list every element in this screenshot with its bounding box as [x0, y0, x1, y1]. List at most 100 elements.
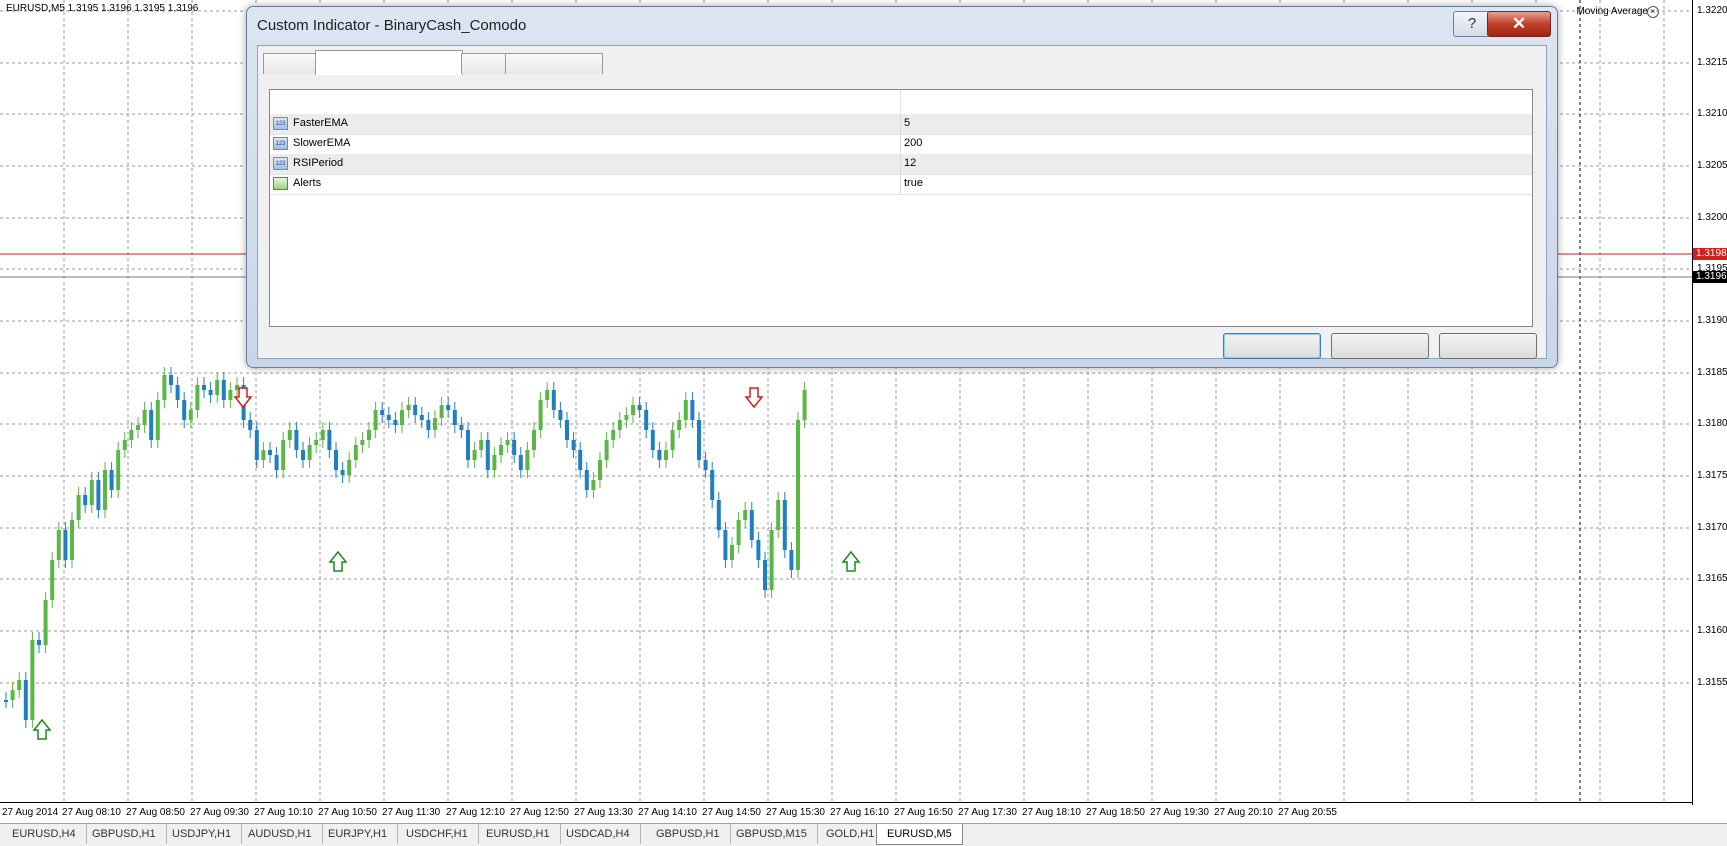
- candle: [76, 495, 81, 520]
- candle: [208, 390, 213, 395]
- candle: [353, 445, 358, 460]
- symbol-tab[interactable]: GOLD,H1: [816, 824, 886, 844]
- time-tick: 27 Aug 14:10: [638, 807, 697, 818]
- candle: [380, 410, 385, 415]
- input-value[interactable]: 12: [904, 157, 916, 169]
- indicator-close-icon[interactable]: ×: [1647, 6, 1659, 18]
- symbol-tab[interactable]: EURUSD,M5: [876, 824, 963, 845]
- tab-inputs[interactable]: [315, 50, 463, 75]
- candle: [149, 410, 154, 440]
- reset-button[interactable]: [1439, 333, 1537, 359]
- candle: [459, 425, 464, 430]
- candle: [221, 380, 226, 400]
- symbol-tab[interactable]: USDCAD,H4: [556, 824, 641, 844]
- candle: [736, 520, 741, 545]
- input-row[interactable]: Alerts true: [270, 174, 1532, 195]
- candle: [327, 430, 332, 450]
- candle: [294, 430, 299, 450]
- symbol-tab[interactable]: GBPUSD,H1: [82, 824, 167, 844]
- tab-about[interactable]: [263, 53, 317, 74]
- tab-colors[interactable]: [461, 53, 507, 74]
- cancel-button[interactable]: [1331, 333, 1429, 359]
- price-tick: 1.3220: [1697, 5, 1727, 16]
- time-tick: 27 Aug 13:30: [574, 807, 633, 818]
- symbol-tab[interactable]: EURUSD,H1: [476, 824, 561, 844]
- candle: [195, 385, 200, 410]
- candle: [743, 510, 748, 520]
- candle: [30, 640, 35, 720]
- help-button[interactable]: ?: [1453, 11, 1491, 37]
- input-value[interactable]: 200: [904, 137, 922, 149]
- buy-arrow-icon: [32, 718, 52, 740]
- ok-button[interactable]: [1223, 333, 1321, 359]
- candle: [155, 400, 160, 440]
- price-tick: 1.3205: [1697, 160, 1727, 171]
- candle: [446, 405, 451, 410]
- candle: [617, 420, 622, 430]
- candle: [175, 385, 180, 400]
- tab-visualization[interactable]: [505, 53, 603, 74]
- candle: [268, 450, 272, 455]
- time-tick: 27 Aug 10:50: [318, 807, 377, 818]
- symbol-tab-bar: EURUSD,H4 GBPUSD,H1 USDJPY,H1 AUDUSD,H1 EURJ…: [0, 823, 1727, 846]
- candle: [122, 440, 127, 450]
- candle: [756, 540, 761, 560]
- candle: [142, 410, 147, 425]
- input-row[interactable]: 123 RSIPeriod 12: [270, 154, 1532, 175]
- time-tick: 27 Aug 12:50: [510, 807, 569, 818]
- time-tick: 27 Aug 18:10: [1022, 807, 1081, 818]
- candle: [347, 460, 352, 475]
- candle: [644, 410, 649, 430]
- input-value[interactable]: true: [904, 177, 923, 189]
- candle: [43, 600, 48, 645]
- candle: [188, 410, 193, 420]
- candle: [439, 405, 444, 418]
- candle: [545, 390, 550, 400]
- candle: [254, 430, 259, 460]
- candle: [578, 450, 583, 470]
- int-icon: 123: [273, 137, 288, 150]
- input-value[interactable]: 5: [904, 117, 910, 129]
- input-row[interactable]: 123 SlowerEMA 200: [270, 134, 1532, 155]
- price-tick: 1.3165: [1697, 573, 1727, 584]
- time-tick: 27 Aug 08:10: [62, 807, 121, 818]
- candle: [730, 545, 734, 560]
- int-icon: 123: [273, 117, 288, 130]
- buy-arrow-icon: [328, 550, 348, 572]
- candle: [571, 440, 576, 450]
- symbol-tab[interactable]: EURUSD,H4: [2, 824, 87, 844]
- price-tick: 1.3190: [1697, 315, 1727, 326]
- symbol-tab[interactable]: EURJPY,H1: [318, 824, 399, 844]
- candle: [274, 455, 279, 470]
- price-tick: 1.3155: [1697, 677, 1727, 688]
- candle: [716, 500, 721, 530]
- candle: [109, 470, 114, 490]
- price-tick: 1.3160: [1697, 625, 1727, 636]
- candle: [386, 415, 391, 420]
- current-price-badge: 1.3196: [1693, 271, 1727, 283]
- grid-header: [270, 90, 1532, 115]
- candle: [17, 680, 22, 690]
- candle: [433, 418, 437, 430]
- symbol-tab[interactable]: USDJPY,H1: [162, 824, 243, 844]
- candle: [637, 405, 642, 410]
- candle: [301, 450, 305, 460]
- candle: [89, 480, 94, 505]
- price-tick: 1.3185: [1697, 367, 1727, 378]
- input-row[interactable]: 123 FasterEMA 5: [270, 114, 1532, 135]
- candle: [657, 450, 662, 460]
- candle: [281, 440, 286, 470]
- symbol-tab[interactable]: AUDUSD,H1: [238, 824, 323, 844]
- candle: [129, 430, 134, 440]
- symbol-tab[interactable]: GBPUSD,H1: [646, 824, 731, 844]
- symbol-tab[interactable]: GBPUSD,M15: [726, 824, 818, 844]
- candle: [532, 430, 536, 450]
- candle: [499, 445, 503, 455]
- dialog-body: 123 FasterEMA 5 123 SlowerEMA 200 123 RSIPeriod…: [257, 45, 1547, 359]
- close-button[interactable]: ✕: [1487, 11, 1551, 37]
- candle: [452, 410, 457, 425]
- candle: [565, 420, 569, 440]
- symbol-tab[interactable]: USDCHF,H1: [396, 824, 479, 844]
- price-tick: 1.3215: [1697, 57, 1727, 68]
- candle: [479, 440, 484, 450]
